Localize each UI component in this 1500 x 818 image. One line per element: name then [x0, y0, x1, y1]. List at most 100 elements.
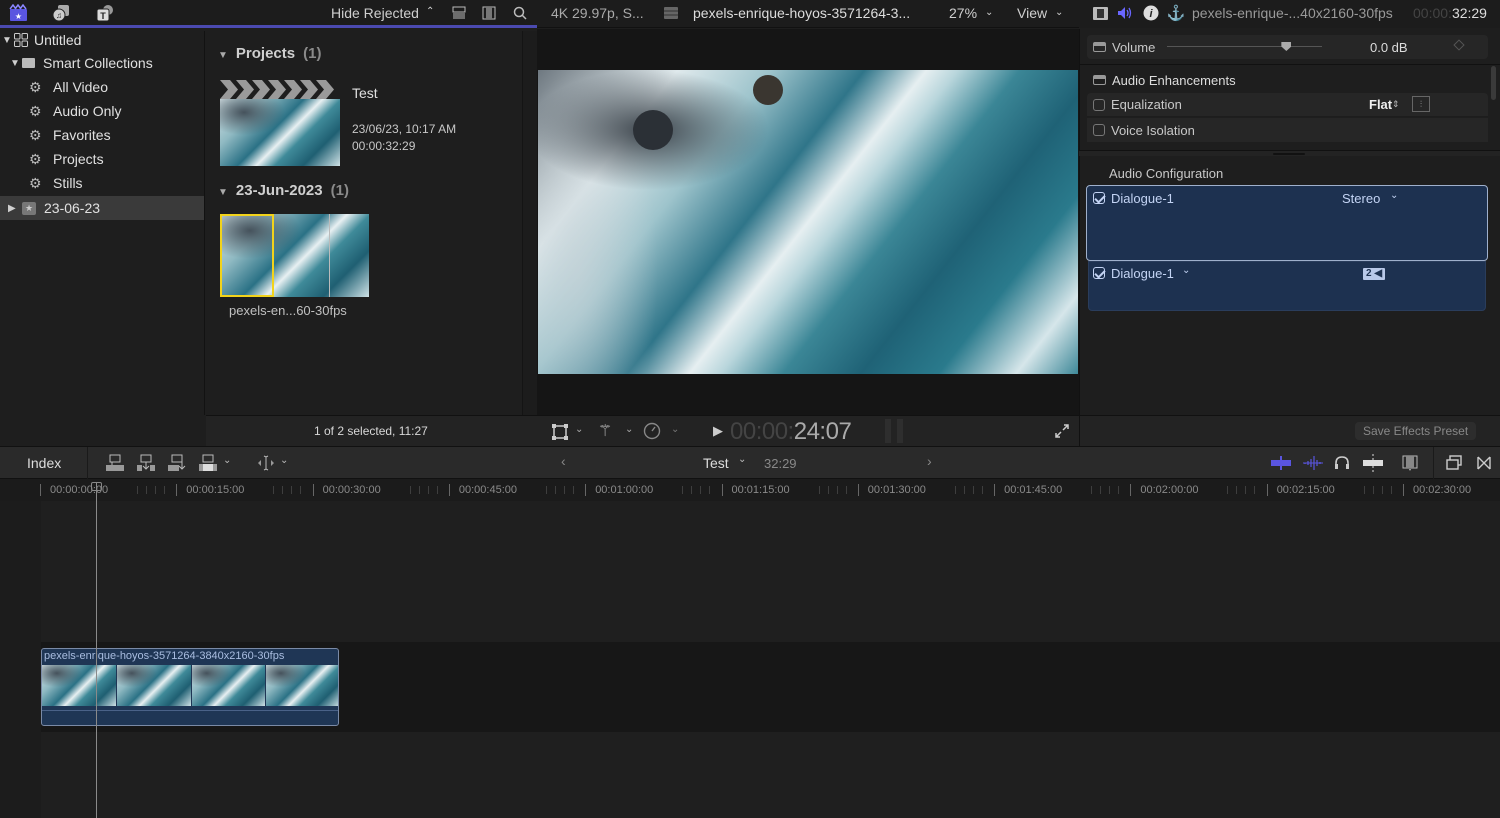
sidebar-item-stills[interactable]: ⚙ Stills — [0, 171, 204, 195]
fullscreen-icon[interactable] — [1053, 422, 1071, 440]
video-skimmer-icon[interactable] — [1271, 455, 1291, 471]
selection-range[interactable] — [220, 214, 274, 297]
section-icon — [1093, 42, 1106, 52]
info-inspector-icon[interactable]: i — [1142, 4, 1160, 22]
ruler-minor-tick — [972, 486, 974, 494]
chevron-down-icon[interactable]: ⌄ — [280, 455, 288, 466]
chevron-down-icon[interactable]: ⌄ — [1182, 265, 1190, 276]
sidebar-item-label: Stills — [53, 175, 83, 191]
view-menu[interactable]: View — [1017, 5, 1047, 21]
split-handle[interactable] — [1079, 150, 1500, 156]
browser-scrollbar[interactable] — [522, 31, 537, 415]
index-button[interactable]: Index — [27, 455, 61, 471]
channel-count: 2 — [1366, 268, 1372, 279]
clip-appearance-icon[interactable] — [1401, 453, 1419, 473]
projects-group-header[interactable]: ▼ Projects (1) — [218, 45, 321, 62]
transform-icon[interactable] — [551, 423, 569, 441]
audio-config-channel-row[interactable]: Dialogue-1 ⌄ 2 ◀ — [1088, 261, 1486, 311]
history-back-icon[interactable]: ‹ — [561, 453, 566, 469]
chevron-down-icon[interactable]: ⌄ — [575, 424, 583, 435]
event-group-header[interactable]: ▼ 23-Jun-2023 (1) — [218, 182, 349, 199]
split-grip[interactable] — [1273, 153, 1305, 155]
effects-browser-icon[interactable] — [1445, 454, 1463, 472]
save-effects-preset-button[interactable]: Save Effects Preset — [1355, 422, 1477, 440]
search-icon[interactable] — [512, 5, 528, 21]
retime-speed-icon[interactable] — [642, 421, 662, 441]
filter-popup[interactable]: Hide Rejected — [331, 5, 419, 21]
chevron-down-icon[interactable]: ⌄ — [625, 424, 633, 435]
zoom-popup[interactable]: 27% — [949, 5, 977, 21]
project-thumbnail-image — [220, 99, 340, 166]
volume-value[interactable]: 0.0 dB — [1370, 40, 1408, 55]
dialogue-checkbox[interactable] — [1093, 267, 1105, 279]
chevron-down-icon[interactable]: ⌄ — [671, 424, 679, 435]
audio-config-stereo-row[interactable]: Dialogue-1 Stereo ⌄ — [1086, 185, 1488, 261]
inspector-scrollbar[interactable] — [1491, 66, 1496, 100]
ruler-label: 00:01:30:00 — [867, 484, 926, 496]
volume-slider[interactable] — [1167, 42, 1322, 51]
sidebar-item-projects[interactable]: ⚙ Projects — [0, 147, 204, 171]
sidebar-item-favorites[interactable]: ⚙ Favorites — [0, 123, 204, 147]
filmstrip-divider — [329, 214, 330, 297]
history-forward-icon[interactable]: › — [927, 453, 932, 469]
viewer-canvas[interactable] — [538, 70, 1078, 374]
insert-clip-icon[interactable] — [136, 453, 156, 473]
snapping-icon[interactable] — [1362, 453, 1384, 473]
playhead-handle[interactable] — [91, 482, 102, 491]
sidebar-item-audio-only[interactable]: ⚙ Audio Only — [0, 99, 204, 123]
library-untitled[interactable]: ▼ Untitled — [0, 28, 204, 52]
ruler-minor-tick — [700, 486, 702, 494]
disclosure-closed-icon[interactable]: ▶ — [8, 203, 18, 214]
volume-slider-thumb[interactable] — [1281, 42, 1292, 51]
share-inspector-icon[interactable]: ⚓ — [1167, 4, 1186, 22]
enhance-magic-wand-icon[interactable]: ⚚ — [595, 421, 615, 441]
keyframe-icon[interactable] — [1453, 39, 1465, 51]
audio-enhancements-header[interactable]: Audio Enhancements — [1087, 68, 1488, 92]
equalization-checkbox[interactable] — [1093, 98, 1105, 111]
dialogue-checkbox[interactable] — [1093, 192, 1105, 204]
titles-generators-icon[interactable]: T — [94, 3, 116, 23]
playhead[interactable] — [91, 482, 102, 818]
project-name-popup[interactable]: Test — [703, 455, 729, 471]
library-name: Untitled — [34, 32, 82, 48]
timeline-clip[interactable]: pexels-enrique-hoyos-3571264-3840x2160-3… — [41, 648, 339, 726]
disclosure-open-icon[interactable]: ▼ — [218, 187, 228, 198]
video-inspector-icon[interactable] — [1092, 5, 1108, 21]
ruler-minor-tick — [691, 486, 693, 494]
channel-popup[interactable]: Stereo — [1342, 191, 1380, 206]
inspector-clip-name: pexels-enrique-...40x2160-30fps — [1192, 5, 1393, 21]
eq-preset-popup[interactable]: Flat — [1369, 97, 1392, 112]
clip-filmstrip[interactable] — [220, 214, 369, 297]
disclosure-open-icon[interactable]: ▼ — [10, 58, 20, 69]
smart-collections-folder[interactable]: ▼ Smart Collections — [0, 51, 204, 75]
audio-inspector-icon[interactable] — [1116, 5, 1134, 21]
event-23-06-23[interactable]: ▶ ★ 23-06-23 — [0, 196, 204, 220]
transitions-browser-icon[interactable] — [1475, 454, 1493, 472]
eq-graph-icon[interactable]: ⫶ — [1412, 96, 1430, 112]
overwrite-clip-icon[interactable] — [198, 453, 218, 473]
solo-headphones-icon[interactable] — [1333, 454, 1351, 472]
clip-appearance-icon[interactable] — [451, 5, 467, 21]
play-icon[interactable]: ▶ — [713, 423, 723, 439]
libraries-icon[interactable]: ★ — [8, 3, 28, 23]
smart-collection-gear-icon: ⚙ — [29, 126, 42, 143]
connect-clip-icon[interactable] — [105, 453, 125, 473]
append-clip-icon[interactable] — [167, 453, 187, 473]
photos-audio-icon[interactable]: ♫ — [50, 3, 72, 23]
chevron-down-icon[interactable]: ⌄ — [223, 455, 231, 466]
project-thumbnail[interactable] — [220, 80, 341, 168]
trim-tool-icon[interactable] — [256, 453, 276, 473]
audio-enhancements-label: Audio Enhancements — [1112, 72, 1236, 88]
timeline-ruler[interactable]: 00:00:00:00 00:00:15:00 00:00:30:00 00:00:4… — [0, 479, 1500, 501]
ruler-minor-tick — [1118, 486, 1120, 494]
voice-isolation-checkbox[interactable] — [1093, 124, 1105, 136]
filmstrip-icon[interactable] — [481, 5, 497, 21]
disclosure-open-icon[interactable]: ▼ — [218, 50, 228, 61]
audio-skimmer-icon[interactable] — [1303, 455, 1323, 471]
sidebar-item-all-video[interactable]: ⚙ All Video — [0, 75, 204, 99]
ruler-label: 00:00:30:00 — [322, 484, 381, 496]
rock — [753, 75, 783, 105]
disclosure-open-icon[interactable]: ▼ — [2, 35, 12, 46]
ruler-minor-tick — [572, 486, 574, 494]
chevron-down-icon: ⌄ — [738, 454, 747, 465]
